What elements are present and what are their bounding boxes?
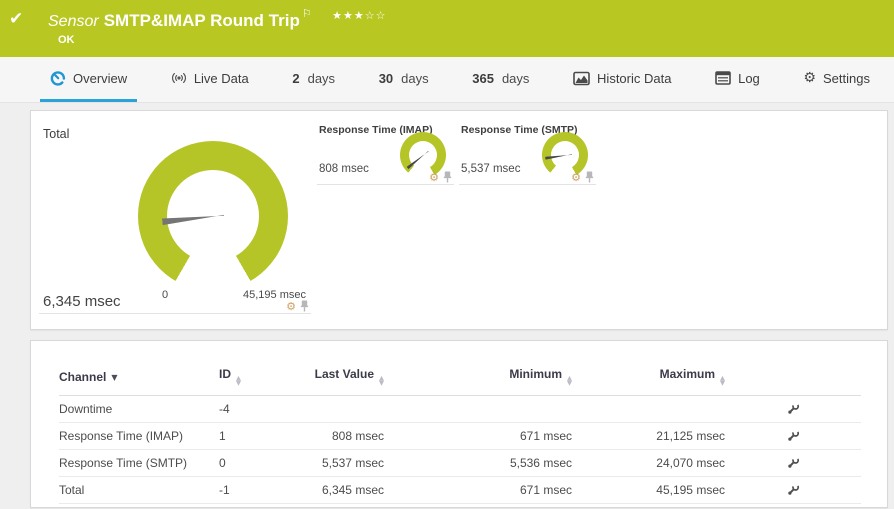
gear-icon: ⚙: [803, 70, 816, 86]
flag-icon[interactable]: ⚐: [302, 7, 312, 20]
priority-stars[interactable]: ★★★☆☆: [332, 9, 386, 22]
channel-table: Channel ▼ ID ▲ ▼ Last Value ▲ ▼ Minimum ▲ ▼ Max…: [59, 361, 861, 504]
tab-30-days[interactable]: 30 days: [369, 57, 439, 102]
imap-gauge-tile: Response Time (IMAP) 808 msec ⚙: [317, 119, 454, 185]
sensor-kind-label: Sensor: [48, 13, 99, 30]
sort-icon: ▲ ▼: [567, 374, 572, 387]
pin-icon[interactable]: [585, 171, 594, 183]
tab-live-data[interactable]: Live Data: [161, 57, 259, 102]
channel-name: Total: [59, 483, 85, 497]
col-header-minimum[interactable]: Minimum ▲ ▼: [384, 361, 572, 396]
channel-name: Response Time (IMAP): [59, 429, 184, 443]
imap-gauge-needle: [407, 149, 430, 168]
tab-overview-label: Overview: [73, 70, 128, 86]
gauge-settings-gear-icon[interactable]: ⚙: [286, 301, 296, 312]
tab-historic-data-label: Historic Data: [597, 70, 672, 86]
table-row: Downtime -4: [59, 396, 861, 423]
col-header-channel[interactable]: Channel ▼: [59, 361, 219, 396]
col-header-last-value[interactable]: Last Value ▲ ▼: [304, 361, 384, 396]
imap-gauge-value: 808 msec: [319, 163, 369, 175]
channel-settings-wrench-icon[interactable]: [786, 429, 800, 443]
gauge-settings-gear-icon[interactable]: ⚙: [429, 172, 439, 183]
tab-bar: Overview Live Data 2 days 30 days 365 days …: [0, 57, 894, 103]
col-header-id[interactable]: ID ▲ ▼: [219, 361, 304, 396]
tab-log-label: Log: [738, 70, 760, 86]
tab-settings[interactable]: ⚙ Settings: [793, 57, 880, 102]
smtp-gauge-needle: [545, 153, 572, 160]
col-header-maximum[interactable]: Maximum ▲ ▼: [572, 361, 725, 396]
tab-settings-label: Settings: [822, 70, 870, 86]
table-row: Total -1 6,345 msec 671 msec 45,195 msec: [59, 477, 861, 504]
total-gauge-tile: Total 0 45,195 msec 6,345 msec ⚙: [39, 119, 311, 314]
total-gauge-needle: [162, 211, 224, 224]
channel-settings-wrench-icon[interactable]: [786, 402, 800, 416]
gauge-settings-gear-icon[interactable]: ⚙: [571, 172, 581, 183]
sort-icon: ▲ ▼: [236, 374, 241, 387]
total-gauge-title: Total: [43, 127, 70, 141]
sort-desc-icon: ▼: [111, 372, 118, 382]
table-row: Response Time (IMAP) 1 808 msec 671 msec…: [59, 423, 861, 450]
channel-name: Downtime: [59, 402, 113, 416]
sensor-header: ✔ Sensor SMTP&IMAP Round Trip ⚐ ★★★☆☆ OK: [0, 0, 894, 57]
sort-icon: ▲ ▼: [379, 374, 384, 387]
pin-icon[interactable]: [300, 300, 309, 312]
channel-table-panel: Channel ▼ ID ▲ ▼ Last Value ▲ ▼ Minimum ▲ ▼ Max…: [30, 340, 888, 508]
sensor-title: SMTP&IMAP Round Trip: [103, 11, 300, 30]
channel-settings-wrench-icon[interactable]: [786, 483, 800, 497]
total-gauge-value: 6,345 msec: [43, 293, 121, 310]
area-chart-icon: [573, 71, 590, 86]
total-gauge-min: 0: [162, 289, 169, 301]
smtp-gauge-tile: Response Time (SMTP) 5,537 msec ⚙: [459, 119, 596, 185]
tab-log[interactable]: Log: [705, 57, 770, 102]
channel-name: Response Time (SMTP): [59, 456, 188, 470]
gauge-icon: [50, 70, 66, 86]
col-header-actions: [725, 361, 861, 396]
sensor-status-badge: OK: [58, 34, 75, 46]
tab-2-days[interactable]: 2 days: [282, 57, 345, 102]
smtp-gauge-value: 5,537 msec: [461, 163, 521, 175]
tab-overview[interactable]: Overview: [40, 57, 138, 102]
log-list-icon: [715, 71, 731, 85]
total-gauge: [138, 141, 288, 291]
pin-icon[interactable]: [443, 171, 452, 183]
tab-365-days[interactable]: 365 days: [462, 57, 539, 102]
sort-icon: ▲ ▼: [720, 374, 725, 387]
table-header-row: Channel ▼ ID ▲ ▼ Last Value ▲ ▼ Minimum ▲ ▼ Max…: [59, 361, 861, 396]
gauges-panel: Total 0 45,195 msec 6,345 msec ⚙ Respons…: [30, 110, 888, 330]
tab-historic-data[interactable]: Historic Data: [563, 57, 681, 102]
broadcast-icon: [171, 70, 187, 86]
table-row: Response Time (SMTP) 0 5,537 msec 5,536 …: [59, 450, 861, 477]
status-ok-check-icon: ✔: [9, 9, 24, 29]
channel-settings-wrench-icon[interactable]: [786, 456, 800, 470]
tab-live-data-label: Live Data: [193, 70, 249, 86]
